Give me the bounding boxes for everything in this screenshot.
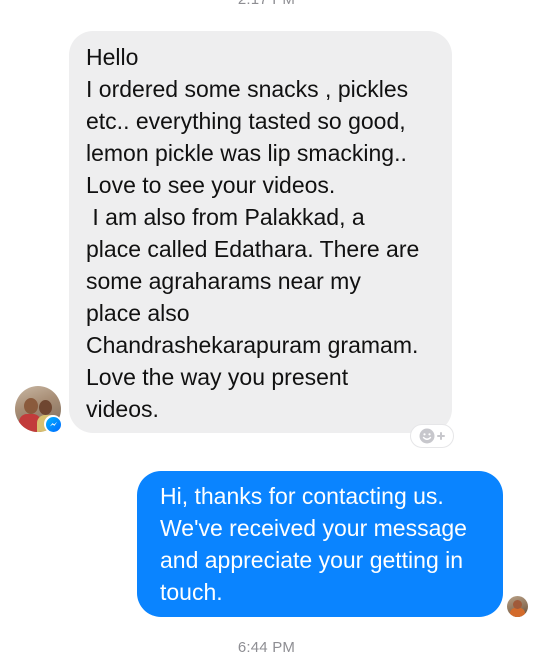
chat-screen: 2:17 PM Hello I ordered some snacks , pi… [0,0,533,667]
timestamp-top: 2:17 PM [0,0,533,8]
read-receipt-avatar [507,596,528,617]
outgoing-message-bubble[interactable]: Hi, thanks for contacting us. We've rece… [137,471,503,617]
avatar-figure [24,398,38,414]
avatar-figure [513,600,522,609]
timestamp-bottom: 6:44 PM [237,639,296,656]
messenger-icon [44,415,62,433]
avatar-figure [510,608,525,617]
avatar-figure [39,400,52,415]
add-reaction-icon[interactable] [410,424,454,448]
incoming-message-bubble[interactable]: Hello I ordered some snacks , pickles et… [69,31,452,433]
